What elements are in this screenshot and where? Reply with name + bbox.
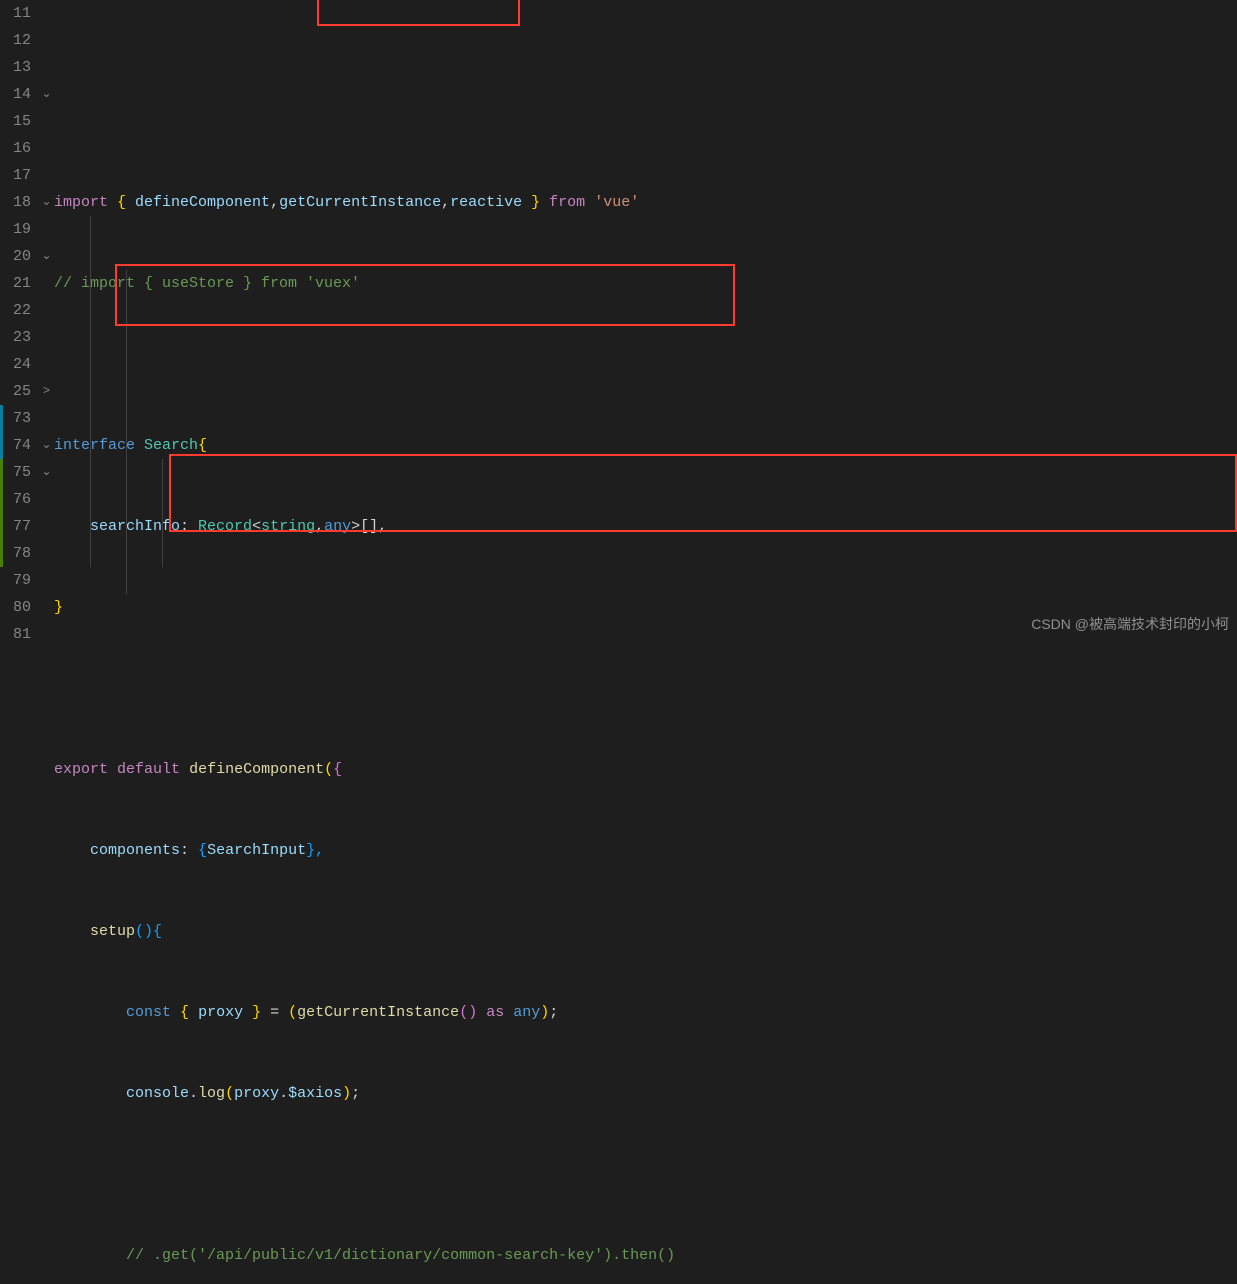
fold-toggle-icon[interactable]: ⌄ <box>39 243 54 270</box>
annotation-box <box>317 0 520 26</box>
line-number[interactable]: 76 <box>0 486 39 513</box>
code-line[interactable]: setup(){ <box>54 918 1237 945</box>
code-line[interactable] <box>54 675 1237 702</box>
line-number[interactable]: 80 <box>0 594 39 621</box>
line-number[interactable]: 23 <box>0 324 39 351</box>
fold-column: ⌄ ⌄ ⌄ > ⌄ ⌄ <box>39 0 54 642</box>
code-line[interactable] <box>54 1161 1237 1188</box>
code-line[interactable]: components: {SearchInput}, <box>54 837 1237 864</box>
fold-toggle-icon[interactable]: > <box>39 378 54 405</box>
code-line[interactable]: import { defineComponent,getCurrentInsta… <box>54 189 1237 216</box>
line-number[interactable]: 14 <box>0 81 39 108</box>
line-number[interactable]: 19 <box>0 216 39 243</box>
fold-toggle-icon[interactable]: ⌄ <box>39 432 54 459</box>
code-line[interactable] <box>54 351 1237 378</box>
fold-toggle-icon[interactable]: ⌄ <box>39 81 54 108</box>
code-line[interactable]: // import { useStore } from 'vuex' <box>54 270 1237 297</box>
code-line[interactable]: // .get('/api/public/v1/dictionary/commo… <box>54 1242 1237 1269</box>
line-number[interactable]: 13 <box>0 54 39 81</box>
line-number[interactable]: 22 <box>0 297 39 324</box>
line-number[interactable]: 77 <box>0 513 39 540</box>
fold-toggle-icon[interactable]: ⌄ <box>39 189 54 216</box>
line-number[interactable]: 15 <box>0 108 39 135</box>
line-number[interactable]: 18 <box>0 189 39 216</box>
line-number[interactable]: 16 <box>0 135 39 162</box>
line-number[interactable]: 11 <box>0 0 39 27</box>
code-line[interactable]: searchInfo: Record<string,any>[], <box>54 513 1237 540</box>
line-number[interactable]: 75 <box>0 459 39 486</box>
line-number[interactable]: 73 <box>0 405 39 432</box>
line-number[interactable]: 25 <box>0 378 39 405</box>
line-number[interactable]: 17 <box>0 162 39 189</box>
code-line[interactable]: interface Search{ <box>54 432 1237 459</box>
code-line[interactable]: export default defineComponent({ <box>54 756 1237 783</box>
line-number[interactable]: 81 <box>0 621 39 648</box>
line-number[interactable]: 78 <box>0 540 39 567</box>
code-line[interactable]: const { proxy } = (getCurrentInstance() … <box>54 999 1237 1026</box>
code-area[interactable]: import { defineComponent,getCurrentInsta… <box>54 0 1237 642</box>
code-editor[interactable]: 11 12 13 14 15 16 17 18 19 20 21 22 23 2… <box>0 0 1237 642</box>
watermark-text: CSDN @被高端技术封印的小柯 <box>1031 611 1229 638</box>
line-number[interactable]: 20 <box>0 243 39 270</box>
code-line[interactable]: console.log(proxy.$axios); <box>54 1080 1237 1107</box>
line-number[interactable]: 74 <box>0 432 39 459</box>
line-number[interactable]: 21 <box>0 270 39 297</box>
fold-toggle-icon[interactable]: ⌄ <box>39 459 54 486</box>
line-number[interactable]: 12 <box>0 27 39 54</box>
line-number[interactable]: 79 <box>0 567 39 594</box>
line-number-gutter: 11 12 13 14 15 16 17 18 19 20 21 22 23 2… <box>0 0 39 642</box>
line-number[interactable]: 24 <box>0 351 39 378</box>
